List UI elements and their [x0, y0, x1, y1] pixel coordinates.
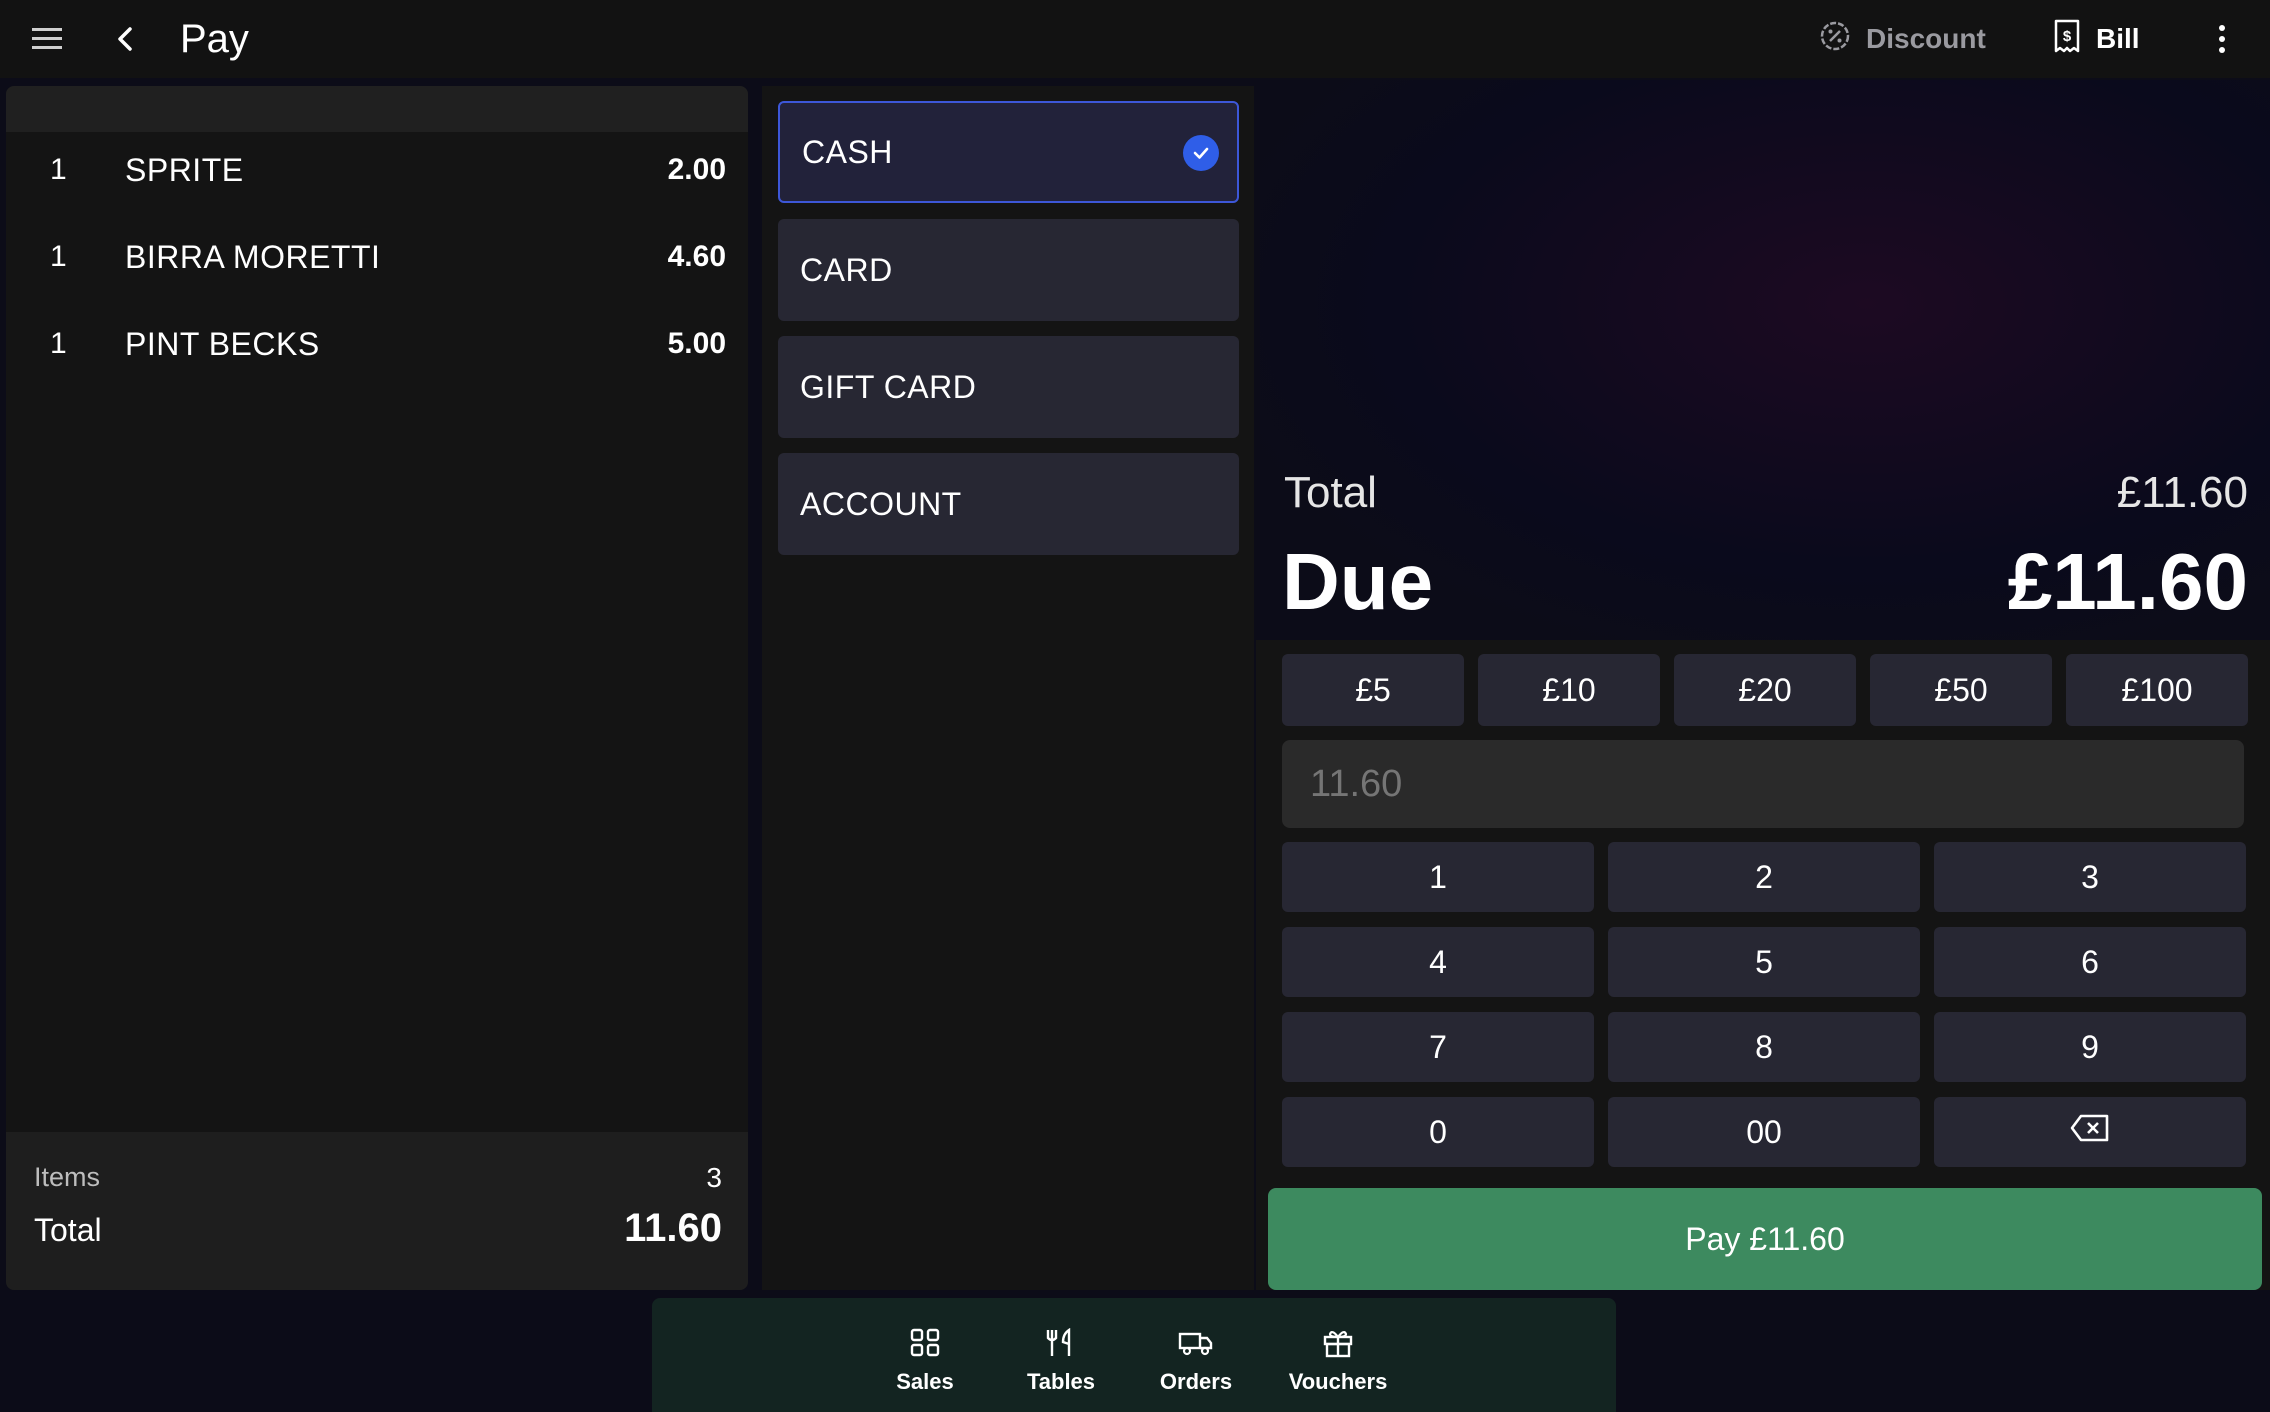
quick-amount-button[interactable]: £100: [2066, 654, 2248, 726]
hamburger-menu-icon[interactable]: [28, 22, 68, 56]
order-line-qty: 1: [50, 240, 67, 273]
due-label: Due: [1282, 537, 1434, 626]
discount-badge-icon: [1818, 19, 1852, 60]
payment-method-account[interactable]: ACCOUNT: [778, 453, 1239, 555]
quick-amount-button[interactable]: £20: [1674, 654, 1856, 726]
order-line-qty: 1: [50, 327, 67, 360]
payment-methods-panel: CASH CARD GIFT CARD ACCOUNT: [762, 86, 1254, 1290]
payment-method-card[interactable]: CARD: [778, 219, 1239, 321]
payment-summary: Total £11.60 Due £11.60: [1270, 450, 2270, 640]
payment-method-gift-card[interactable]: GIFT CARD: [778, 336, 1239, 438]
nav-label: Tables: [1026, 1369, 1096, 1394]
order-total-label: Total: [34, 1212, 102, 1248]
keypad-key[interactable]: 8: [1608, 1012, 1920, 1082]
bill-button[interactable]: $ Bill: [2052, 16, 2140, 62]
nav-label: Sales: [896, 1369, 954, 1394]
tendered-amount-input[interactable]: [1282, 740, 2244, 828]
grid-icon: [909, 1328, 941, 1363]
payment-method-label: ACCOUNT: [800, 485, 962, 522]
keypad-key[interactable]: 4: [1282, 927, 1594, 997]
back-arrow-icon[interactable]: [108, 20, 142, 58]
nav-item-orders[interactable]: Orders: [1136, 1328, 1256, 1395]
order-line[interactable]: 1 BIRRA MORETTI 4.60: [6, 227, 748, 287]
backspace-icon: [2069, 1113, 2111, 1151]
order-line-name: PINT BECKS: [125, 325, 320, 362]
keypad-key[interactable]: 9: [1934, 1012, 2246, 1082]
order-total-value: 11.60: [624, 1206, 722, 1250]
order-line-price: 4.60: [667, 240, 726, 273]
order-line-qty: 1: [50, 153, 67, 186]
items-count-label: Items: [34, 1162, 101, 1192]
bottom-navigation: Sales Tables Orders Vouchers: [652, 1298, 1616, 1412]
items-count-value: 3: [706, 1162, 722, 1193]
keypad-key[interactable]: 6: [1934, 927, 2246, 997]
keypad-key[interactable]: 1: [1282, 842, 1594, 912]
order-panel: 1 SPRITE 2.00 1 BIRRA MORETTI 4.60 1 PIN…: [6, 86, 748, 1290]
order-line[interactable]: 1 PINT BECKS 5.00: [6, 314, 748, 374]
top-bar: Pay Discount $ Bill: [0, 0, 2270, 78]
order-line-price: 5.00: [667, 327, 726, 360]
order-line-name: BIRRA MORETTI: [125, 238, 381, 275]
gift-icon: [1322, 1328, 1354, 1363]
quick-amount-button[interactable]: £10: [1478, 654, 1660, 726]
order-line-price: 2.00: [667, 153, 726, 186]
due-amount: £11.60: [2007, 537, 2248, 626]
discount-label: Discount: [1866, 23, 1986, 54]
delivery-truck-icon: [1178, 1328, 1214, 1363]
discount-button[interactable]: Discount: [1818, 16, 1986, 62]
keypad-key[interactable]: 7: [1282, 1012, 1594, 1082]
quick-amount-button[interactable]: £50: [1870, 654, 2052, 726]
check-circle-icon: [1183, 135, 1219, 171]
order-summary-footer: Items 3 Total 11.60: [6, 1132, 748, 1290]
bill-label: Bill: [2096, 23, 2140, 54]
quick-amount-button[interactable]: £5: [1282, 654, 1464, 726]
summary-total-value: £11.60: [2116, 468, 2248, 517]
keypad-key[interactable]: 0: [1282, 1097, 1594, 1167]
backspace-key[interactable]: [1934, 1097, 2246, 1167]
order-line-name: SPRITE: [125, 151, 244, 188]
keypad-key[interactable]: 2: [1608, 842, 1920, 912]
nav-item-vouchers[interactable]: Vouchers: [1278, 1328, 1398, 1395]
keypad-key[interactable]: 3: [1934, 842, 2246, 912]
receipt-icon: $: [2052, 18, 2082, 61]
payment-method-cash[interactable]: CASH: [778, 101, 1239, 203]
cutlery-icon: [1045, 1327, 1077, 1363]
keypad-key[interactable]: 00: [1608, 1097, 1920, 1167]
keypad-key[interactable]: 5: [1608, 927, 1920, 997]
svg-text:$: $: [2063, 28, 2072, 45]
nav-label: Vouchers: [1288, 1369, 1388, 1394]
payment-method-label: GIFT CARD: [800, 368, 977, 405]
payment-method-label: CARD: [800, 251, 893, 288]
nav-item-tables[interactable]: Tables: [1001, 1327, 1121, 1395]
payment-method-label: CASH: [802, 133, 893, 170]
page-title: Pay: [180, 17, 249, 61]
nav-label: Orders: [1159, 1369, 1233, 1394]
order-line[interactable]: 1 SPRITE 2.00: [6, 140, 748, 200]
order-panel-header: [6, 86, 748, 132]
more-options-icon[interactable]: [2208, 18, 2236, 60]
nav-item-sales[interactable]: Sales: [865, 1328, 985, 1395]
summary-total-label: Total: [1284, 468, 1377, 517]
pay-button[interactable]: Pay £11.60: [1268, 1188, 2262, 1290]
